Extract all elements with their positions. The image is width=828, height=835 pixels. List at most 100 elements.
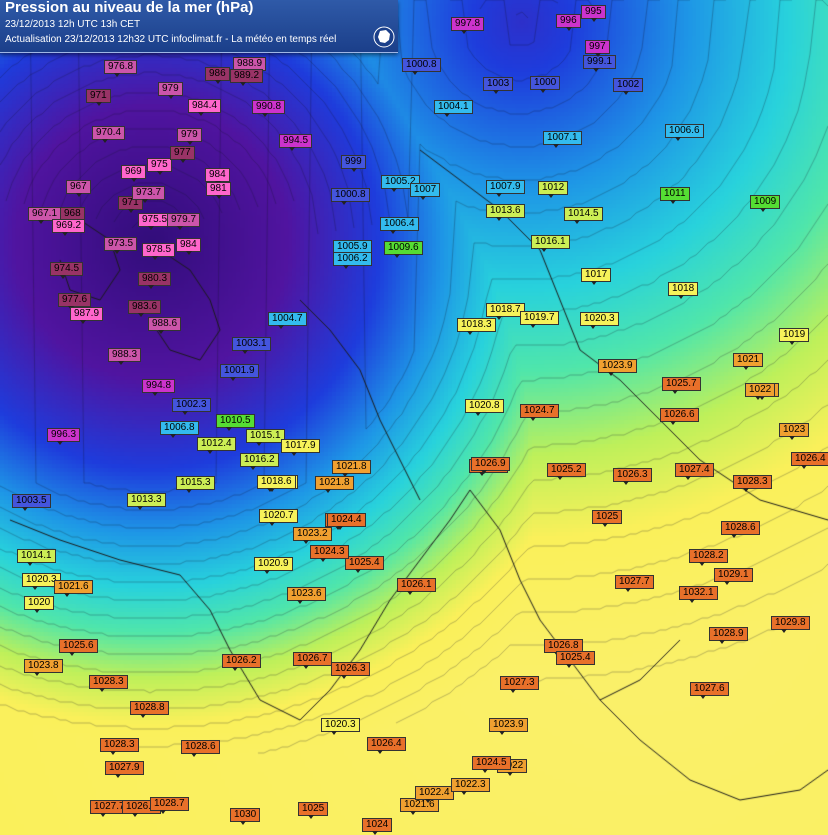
pressure-label[interactable]: 984: [176, 238, 201, 252]
pressure-label[interactable]: 994.8: [142, 379, 176, 393]
pressure-label[interactable]: 1023.9: [489, 718, 528, 732]
pressure-label[interactable]: 977: [170, 146, 195, 160]
pressure-label[interactable]: 980.3: [138, 272, 172, 286]
pressure-label[interactable]: 1026.3: [613, 468, 652, 482]
pressure-label[interactable]: 1021.8: [315, 476, 354, 490]
pressure-label[interactable]: 1003.5: [12, 494, 51, 508]
pressure-label[interactable]: 990.8: [252, 100, 286, 114]
pressure-label[interactable]: 988.3: [108, 348, 142, 362]
pressure-label[interactable]: 1026.4: [367, 737, 406, 751]
pressure-label[interactable]: 1010.5: [216, 414, 255, 428]
pressure-label[interactable]: 1027.6: [690, 682, 729, 696]
pressure-label[interactable]: 1012: [538, 181, 569, 195]
pressure-label[interactable]: 1000: [530, 76, 561, 90]
pressure-label[interactable]: 1028.3: [733, 475, 772, 489]
pressure-label[interactable]: 1006.8: [160, 421, 199, 435]
pressure-label[interactable]: 1011: [660, 187, 690, 201]
pressure-label[interactable]: 1021: [733, 353, 764, 367]
pressure-label[interactable]: 1006.4: [380, 217, 419, 231]
pressure-label[interactable]: 1021.6: [54, 580, 93, 594]
pressure-label[interactable]: 967: [66, 180, 91, 194]
pressure-label[interactable]: 1025: [592, 510, 623, 524]
pressure-label[interactable]: 1020.3: [580, 312, 619, 326]
pressure-label[interactable]: 1017: [581, 268, 612, 282]
pressure-label[interactable]: 1029.8: [771, 616, 810, 630]
pressure-label[interactable]: 1024.4: [327, 513, 366, 527]
pressure-label[interactable]: 1027.3: [500, 676, 539, 690]
pressure-label[interactable]: 1013.6: [486, 204, 525, 218]
pressure-label[interactable]: 996.3: [47, 428, 81, 442]
pressure-label[interactable]: 976.8: [104, 60, 138, 74]
pressure-label[interactable]: 1020: [24, 596, 55, 610]
pressure-label[interactable]: 989.2: [230, 69, 264, 83]
pressure-label[interactable]: 1001.9: [220, 364, 259, 378]
pressure-label[interactable]: 1021.8: [332, 460, 371, 474]
pressure-label[interactable]: 1023: [779, 423, 810, 437]
pressure-label[interactable]: 995: [581, 5, 606, 19]
pressure-label[interactable]: 1023.2: [293, 527, 332, 541]
pressure-label[interactable]: 974.5: [50, 262, 84, 276]
pressure-label[interactable]: 983.6: [128, 300, 162, 314]
pressure-label[interactable]: 1009: [750, 195, 781, 209]
pressure-label[interactable]: 1014.5: [564, 207, 603, 221]
pressure-label[interactable]: 1025.7: [662, 377, 701, 391]
pressure-label[interactable]: 1020.3: [321, 718, 360, 732]
pressure-label[interactable]: 1018.3: [457, 318, 496, 332]
pressure-label[interactable]: 1015.3: [176, 476, 215, 490]
pressure-label[interactable]: 1024: [362, 818, 393, 832]
pressure-label[interactable]: 1003: [483, 77, 514, 91]
pressure-label[interactable]: 1028.3: [100, 738, 139, 752]
pressure-label[interactable]: 999: [341, 155, 366, 169]
pressure-label[interactable]: 1016.2: [240, 453, 279, 467]
pressure-label[interactable]: 999.1: [583, 55, 617, 69]
pressure-label[interactable]: 1030: [230, 808, 261, 822]
pressure-label[interactable]: 1026.7: [293, 652, 332, 666]
pressure-label[interactable]: 1025.4: [556, 651, 595, 665]
pressure-label[interactable]: 996: [556, 14, 581, 28]
pressure-label[interactable]: 971: [86, 89, 111, 103]
pressure-label[interactable]: 1006.2: [333, 252, 372, 266]
pressure-label[interactable]: 1024.3: [310, 545, 349, 559]
pressure-label[interactable]: 979: [177, 128, 202, 142]
pressure-label[interactable]: 1025.4: [345, 556, 384, 570]
pressure-label[interactable]: 969.2: [52, 219, 86, 233]
pressure-label[interactable]: 1022.3: [451, 778, 490, 792]
pressure-label[interactable]: 1013.3: [127, 493, 166, 507]
pressure-label[interactable]: 1032.1: [679, 586, 718, 600]
pressure-label[interactable]: 1020.8: [465, 399, 504, 413]
pressure-label[interactable]: 1004.7: [268, 312, 307, 326]
pressure-label[interactable]: 1027.7: [615, 575, 654, 589]
pressure-label[interactable]: 1026.4: [791, 452, 828, 466]
pressure-label[interactable]: 1012.4: [197, 437, 236, 451]
pressure-label[interactable]: 1025.2: [547, 463, 586, 477]
pressure-label[interactable]: 1028.8: [130, 701, 169, 715]
pressure-label[interactable]: 1024.7: [520, 404, 559, 418]
pressure-label[interactable]: 1020.9: [254, 557, 293, 571]
pressure-label[interactable]: 977.6: [58, 293, 92, 307]
pressure-label[interactable]: 984.4: [188, 99, 222, 113]
pressure-label[interactable]: 969: [121, 165, 146, 179]
pressure-label[interactable]: 1004.1: [434, 100, 473, 114]
pressure-label[interactable]: 1027.4: [675, 463, 714, 477]
pressure-label[interactable]: 1026.1: [397, 578, 436, 592]
pressure-label[interactable]: 1028.2: [689, 549, 728, 563]
pressure-label[interactable]: 1009.6: [384, 241, 423, 255]
pressure-label[interactable]: 978.5: [142, 243, 176, 257]
pressure-label[interactable]: 979: [158, 82, 183, 96]
pressure-label[interactable]: 1024.5: [472, 756, 511, 770]
pressure-label[interactable]: 1021.6: [400, 798, 439, 812]
pressure-label[interactable]: 1019.7: [520, 311, 559, 325]
pressure-label[interactable]: 979.7: [167, 213, 201, 227]
pressure-label[interactable]: 997.8: [451, 17, 485, 31]
pressure-label[interactable]: 1007: [410, 183, 441, 197]
pressure-label[interactable]: 1007.1: [543, 131, 582, 145]
pressure-label[interactable]: 1022: [745, 383, 776, 397]
pressure-label[interactable]: 1000.8: [402, 58, 441, 72]
pressure-label[interactable]: 1026.3: [331, 662, 370, 676]
pressure-label[interactable]: 1018: [668, 282, 699, 296]
pressure-label[interactable]: 994.5: [279, 134, 313, 148]
pressure-label[interactable]: 1018.7: [486, 303, 525, 317]
pressure-label[interactable]: 981: [206, 182, 231, 196]
pressure-label[interactable]: 1006.6: [665, 124, 704, 138]
pressure-label[interactable]: 1023.6: [287, 587, 326, 601]
